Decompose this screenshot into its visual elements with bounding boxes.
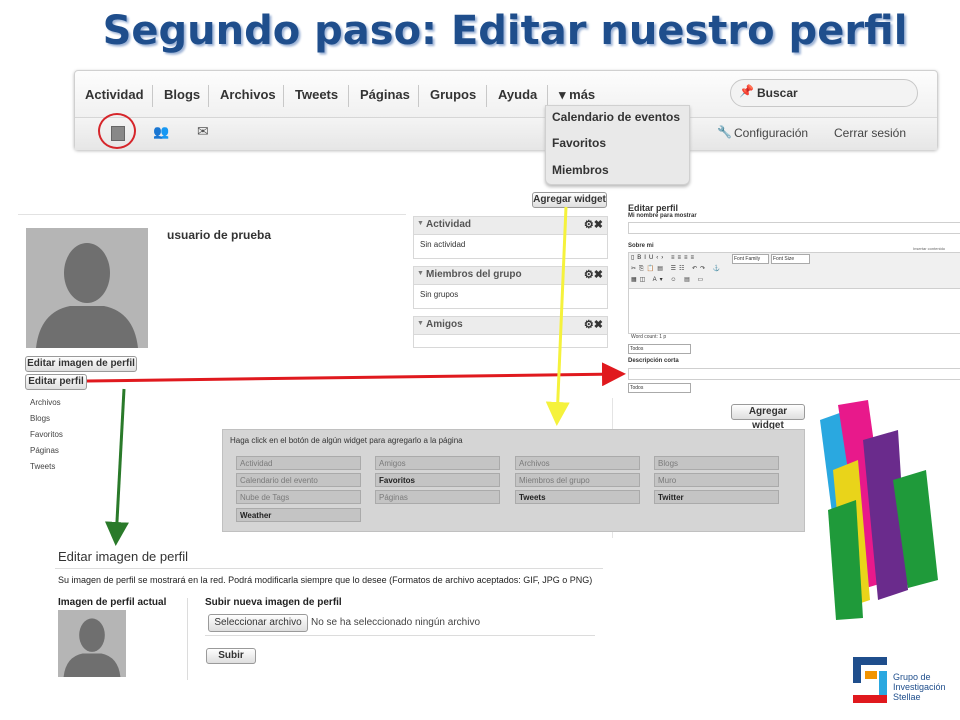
stellae-logo-icon	[853, 657, 887, 703]
group-name-line: Grupo de	[893, 672, 931, 682]
group-name: Grupo de Investigación Stellae	[893, 672, 946, 702]
yellow-arrow	[545, 206, 570, 426]
colorful-ribbon-logo-icon	[820, 400, 938, 620]
green-arrow	[104, 388, 129, 546]
group-name-line: Investigación	[893, 682, 946, 692]
group-name-line: Stellae	[893, 692, 921, 702]
red-arrow	[86, 362, 626, 387]
